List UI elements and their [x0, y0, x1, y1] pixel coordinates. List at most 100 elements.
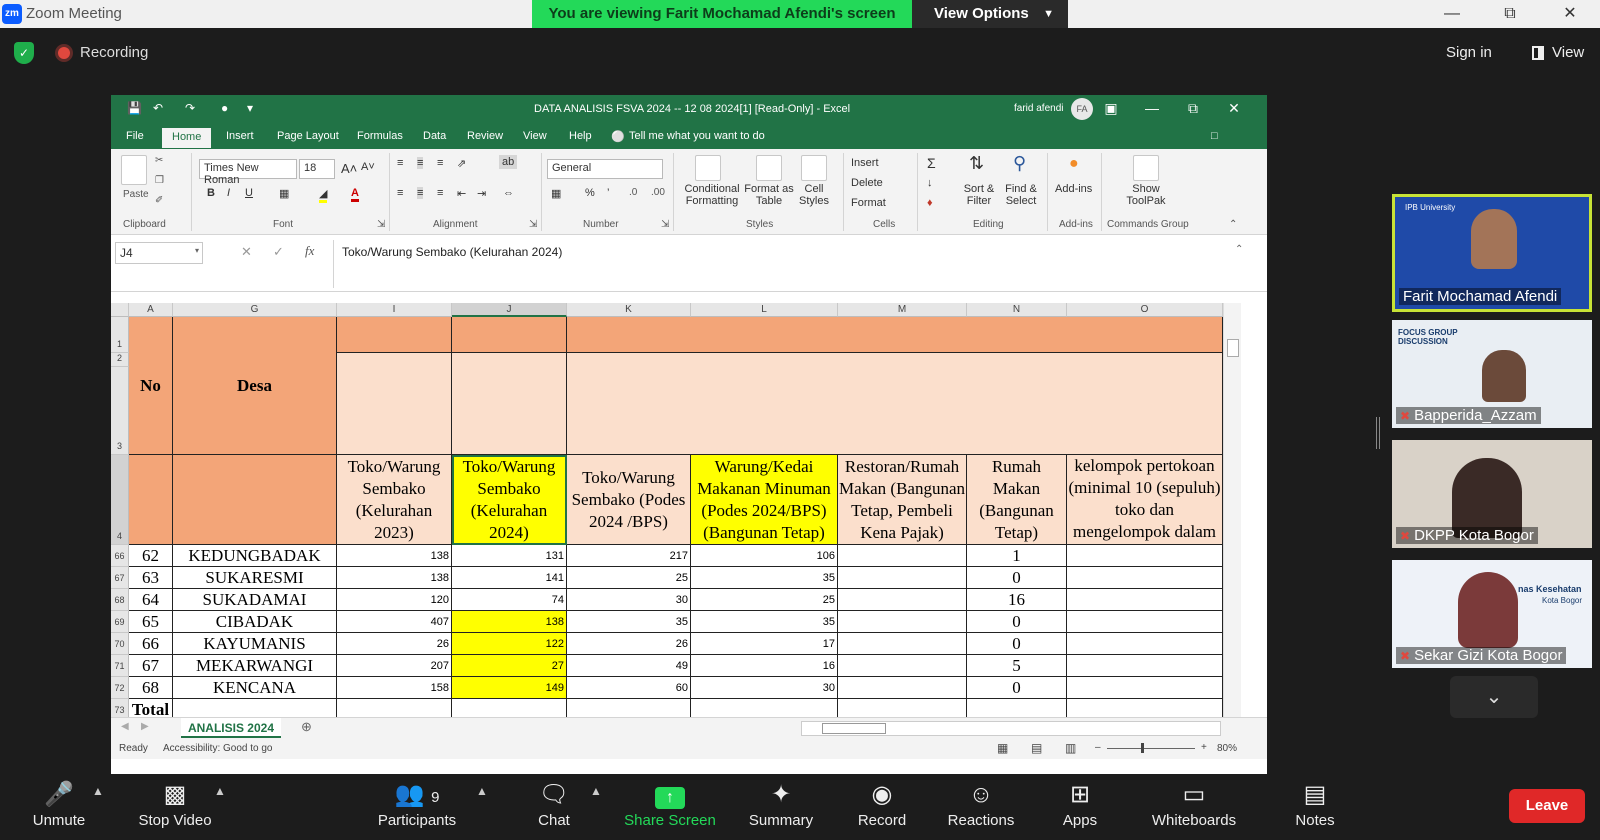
participant-tile[interactable]: IPB University Farit Mochamad Afendi: [1392, 194, 1592, 312]
avatar[interactable]: FA: [1071, 98, 1093, 120]
cell-n[interactable]: 5: [967, 655, 1067, 677]
row-header[interactable]: 71: [111, 655, 129, 677]
chat-button[interactable]: 🗨 Chat: [532, 778, 576, 829]
cell-k[interactable]: 217: [567, 545, 691, 567]
accounting-format-icon[interactable]: ▦: [551, 187, 561, 200]
cell-m[interactable]: [838, 589, 967, 611]
cell-j[interactable]: 27: [452, 655, 567, 677]
row-header[interactable]: 3: [111, 367, 129, 455]
summary-button[interactable]: ✦ Summary: [744, 778, 818, 829]
cell-o[interactable]: [1067, 655, 1223, 677]
increase-indent-icon[interactable]: ⇥: [477, 187, 486, 200]
header-toko-2023[interactable]: Toko/Warung Sembako (Kelurahan 2023): [337, 455, 452, 545]
cell-i[interactable]: 407: [337, 611, 452, 633]
header-cell[interactable]: [173, 455, 337, 545]
decrease-indent-icon[interactable]: ⇤: [457, 187, 466, 200]
header-cell[interactable]: [337, 353, 452, 455]
add-ins-icon[interactable]: ●: [1069, 155, 1079, 173]
middle-align-icon[interactable]: ≡: [417, 157, 424, 169]
cell-desa[interactable]: SUKARESMI: [173, 567, 337, 589]
borders-icon[interactable]: ▦: [279, 187, 289, 200]
tab-help[interactable]: Help: [569, 130, 592, 142]
vertical-scroll-thumb[interactable]: [1227, 339, 1239, 357]
cell-o[interactable]: [1067, 633, 1223, 655]
cell-no[interactable]: 68: [129, 677, 173, 699]
cell-desa[interactable]: KAYUMANIS: [173, 633, 337, 655]
row-header[interactable]: 69: [111, 611, 129, 633]
save-icon[interactable]: 💾: [127, 101, 142, 115]
column-header[interactable]: N: [967, 303, 1067, 317]
cell-i[interactable]: 138: [337, 567, 452, 589]
vertical-scrollbar[interactable]: [1223, 303, 1241, 717]
zoom-level[interactable]: 80%: [1217, 743, 1237, 754]
cell-l[interactable]: 30: [691, 677, 838, 699]
toolpak-icon[interactable]: [1133, 155, 1159, 181]
column-header[interactable]: O: [1067, 303, 1223, 317]
header-cell[interactable]: [452, 317, 567, 353]
insert-function-icon[interactable]: fx: [305, 243, 314, 259]
add-ins-button[interactable]: Add-ins: [1055, 183, 1092, 195]
cell-l[interactable]: 17: [691, 633, 838, 655]
increase-decimal-icon[interactable]: .0: [629, 187, 637, 198]
fill-color-icon[interactable]: ◢: [319, 187, 328, 203]
comments-icon[interactable]: □: [1211, 130, 1218, 142]
column-header[interactable]: M: [838, 303, 967, 317]
cell-desa[interactable]: CIBADAK: [173, 611, 337, 633]
cell-l[interactable]: 25: [691, 589, 838, 611]
formula-input[interactable]: Toko/Warung Sembako (Kelurahan 2024): [333, 240, 1253, 288]
cell-no[interactable]: 63: [129, 567, 173, 589]
minimize-icon[interactable]: —: [1432, 2, 1472, 26]
row-header[interactable]: 67: [111, 567, 129, 589]
row-header[interactable]: 70: [111, 633, 129, 655]
row-header[interactable]: 68: [111, 589, 129, 611]
header-kelompok-pertokoan[interactable]: kelompok pertokoan (minimal 10 (sepuluh)…: [1067, 455, 1223, 545]
cell-m[interactable]: [838, 677, 967, 699]
participant-tile[interactable]: nas Kesehatan Kota Bogor ✖ Sekar Gizi Kot…: [1392, 560, 1592, 668]
row-header[interactable]: 4: [111, 455, 129, 545]
cell-o[interactable]: [1067, 611, 1223, 633]
video-options-icon[interactable]: ▲: [214, 784, 226, 798]
column-header[interactable]: J: [452, 303, 567, 317]
normal-view-icon[interactable]: ▦: [997, 741, 1008, 755]
zoom-slider[interactable]: [1107, 748, 1195, 749]
chat-options-icon[interactable]: ▲: [590, 784, 602, 798]
cell-i[interactable]: 207: [337, 655, 452, 677]
cell-n[interactable]: 0: [967, 611, 1067, 633]
column-header[interactable]: L: [691, 303, 838, 317]
font-size-dropdown[interactable]: 18: [299, 159, 335, 179]
touch-mode-icon[interactable]: ●: [221, 101, 228, 115]
tab-page-layout[interactable]: Page Layout: [277, 130, 339, 142]
excel-minimize-icon[interactable]: —: [1137, 100, 1167, 116]
number-format-dropdown[interactable]: General: [547, 159, 663, 179]
tell-me-box[interactable]: Tell me what you want to do: [629, 130, 765, 142]
header-restoran[interactable]: Restoran/Rumah Makan (Bangunan Tetap, Pe…: [838, 455, 967, 545]
bottom-align-icon[interactable]: ≡: [437, 157, 443, 169]
page-layout-view-icon[interactable]: ▤: [1031, 741, 1042, 755]
tab-view[interactable]: View: [523, 130, 547, 142]
prev-sheet-icon[interactable]: ◀: [121, 721, 129, 732]
cell-m[interactable]: [838, 545, 967, 567]
fill-icon[interactable]: ↓: [927, 177, 933, 189]
whiteboards-button[interactable]: ▭ Whiteboards: [1146, 778, 1242, 829]
underline-icon[interactable]: U: [245, 187, 253, 199]
sort-filter-icon[interactable]: ⇅: [969, 153, 984, 174]
participant-tile[interactable]: ✖ DKPP Kota Bogor: [1392, 440, 1592, 548]
share-screen-button[interactable]: ↑ Share Screen: [622, 778, 718, 829]
cell-no[interactable]: 66: [129, 633, 173, 655]
cell-l[interactable]: 35: [691, 611, 838, 633]
zoom-out-icon[interactable]: –: [1095, 742, 1101, 753]
paste-label[interactable]: Paste: [123, 189, 149, 200]
cell-j[interactable]: 74: [452, 589, 567, 611]
participants-button[interactable]: 👥 9 Participants: [370, 778, 464, 829]
format-cells-button[interactable]: Format: [851, 197, 886, 209]
show-toolpak-button[interactable]: Show ToolPak: [1121, 183, 1171, 207]
page-break-view-icon[interactable]: ▥: [1065, 741, 1076, 755]
row-header[interactable]: 1: [111, 317, 129, 353]
name-box-dropdown-icon[interactable]: ▾: [195, 246, 199, 255]
number-launcher-icon[interactable]: ⇲: [661, 219, 669, 230]
insert-cells-button[interactable]: Insert: [851, 157, 879, 169]
cell-desa[interactable]: SUKADAMAI: [173, 589, 337, 611]
cell-m[interactable]: [838, 567, 967, 589]
shield-icon[interactable]: ✓: [14, 42, 34, 64]
header-rumah-makan[interactable]: Rumah Makan (Bangunan Tetap): [967, 455, 1067, 545]
